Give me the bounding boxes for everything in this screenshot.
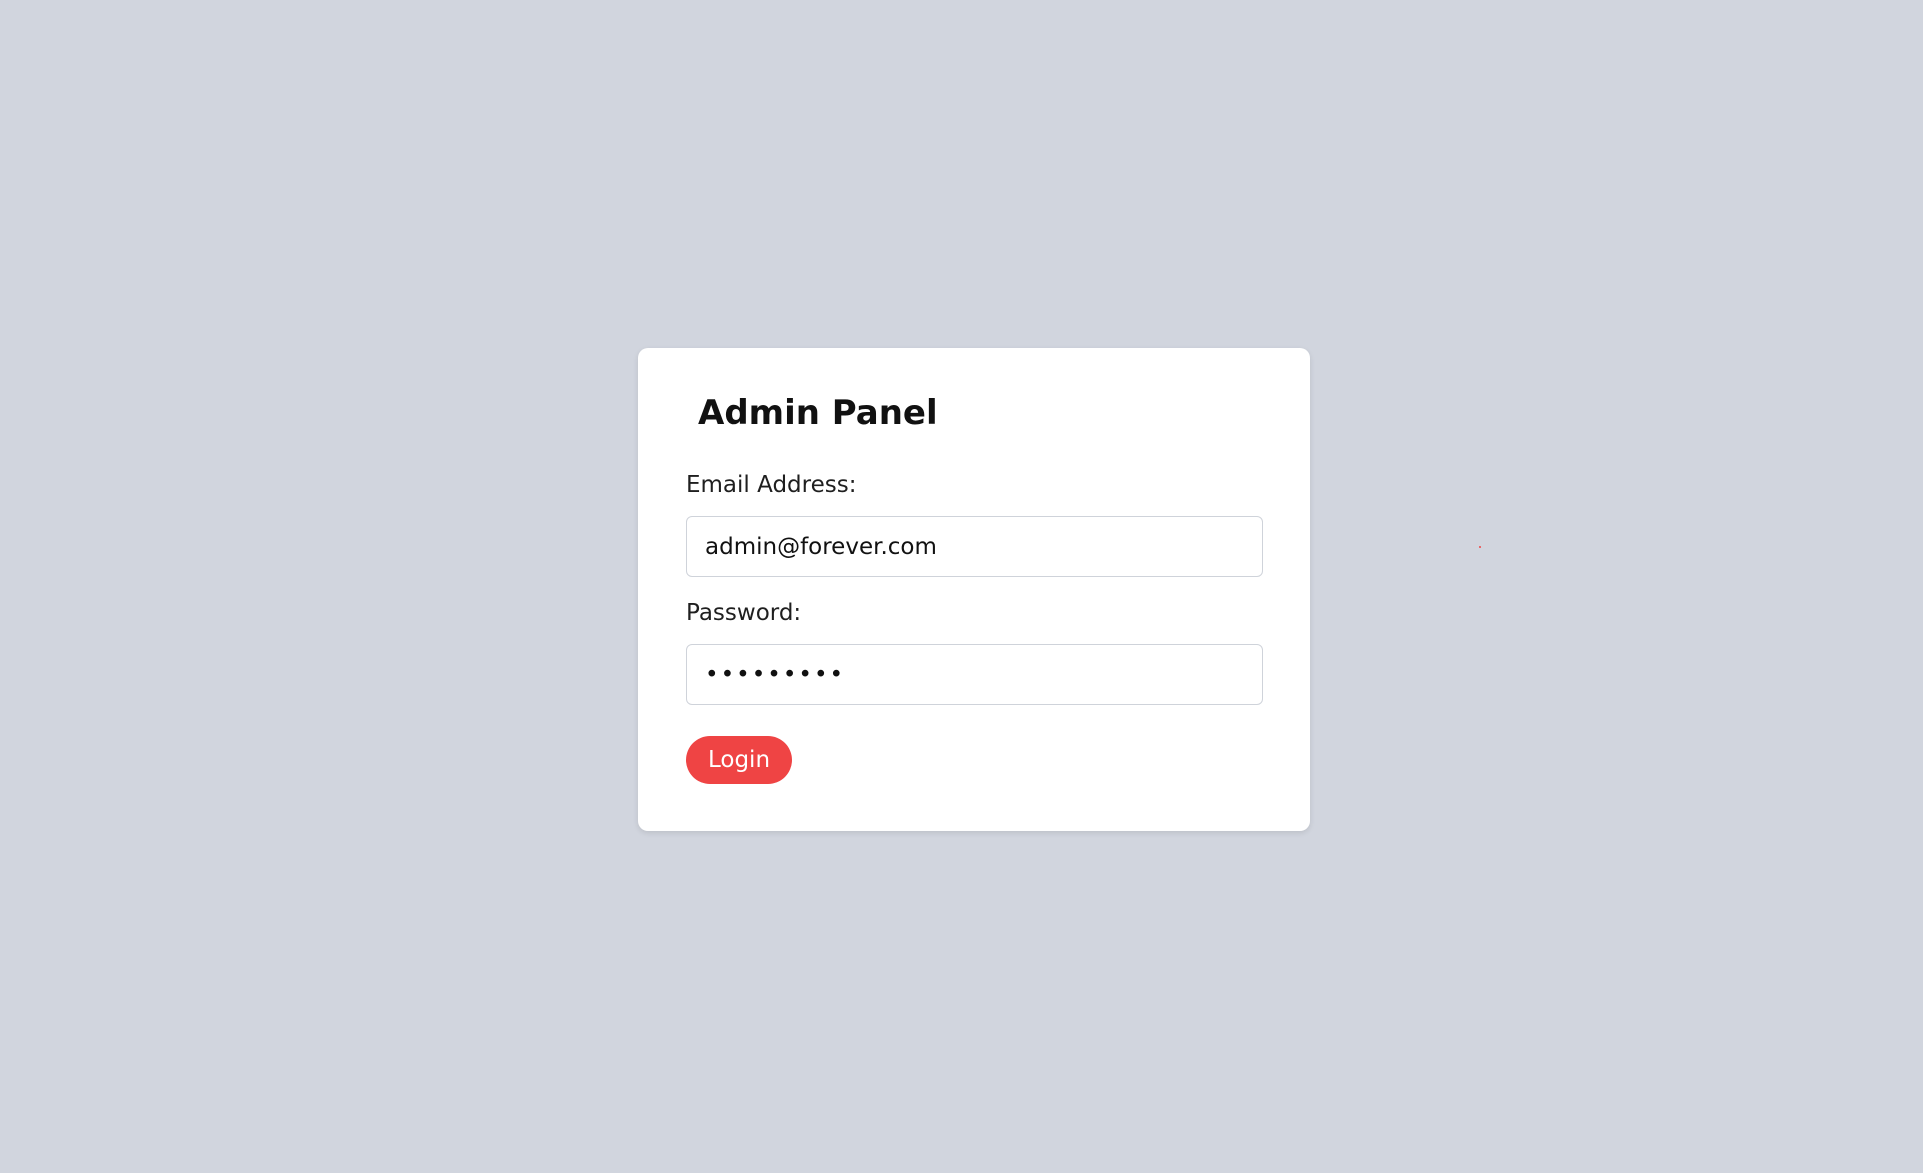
email-label: Email Address: bbox=[686, 472, 857, 498]
page-title: Admin Panel bbox=[698, 393, 938, 433]
password-field[interactable] bbox=[686, 644, 1263, 705]
login-button[interactable]: Login bbox=[686, 736, 792, 784]
login-card: Admin Panel Email Address: Password: Log… bbox=[638, 348, 1310, 831]
email-field[interactable] bbox=[686, 516, 1263, 577]
cursor-dot bbox=[1479, 546, 1481, 548]
password-label: Password: bbox=[686, 600, 802, 626]
